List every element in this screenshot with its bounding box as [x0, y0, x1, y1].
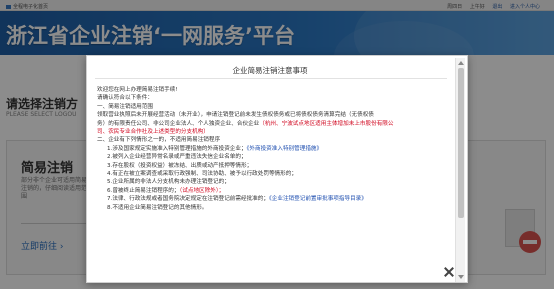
modal-line-text: 2.被列入企业经营异常名录或严重违法失信企业名单的；: [107, 154, 247, 161]
modal-line: 请确认符合以下条件：: [97, 94, 445, 102]
modal-line: 7.法律、行政法规或者国务院决定规定在注销登记前需经批准的；《企业注销登记前置审…: [97, 195, 445, 203]
modal-title: 企业简易注销注意事项: [232, 66, 308, 75]
modal-line-text: 8.不适用企业简易注销登记的其他情形。: [107, 204, 208, 211]
modal-line-text: 一、简易注销适用范围: [97, 103, 153, 110]
modal-line-text: 欢迎您在网上办理简易注销手续!: [97, 87, 178, 93]
modal-line: 欢迎您在网上办理简易注销手续!: [97, 86, 445, 94]
modal-line-link[interactable]: 《企业注销登记前置审批事项指导目录》: [269, 196, 367, 202]
modal-line: 3.存在股权（投资权益）被冻结、出质或动产抵押等情形；: [97, 162, 445, 170]
modal-line: 4.有正在被立案调查或采取行政强制、司法协助、被予以行政处罚等情形的；: [97, 170, 445, 178]
modal-divider: [95, 78, 447, 79]
modal-line: 一、简易注销适用范围: [97, 103, 445, 111]
modal-line-link[interactable]: 《外商投资准入特别管理措施》: [247, 146, 323, 152]
modal-line: 1.涉及国家规定实施准入特别管理措施的外商投资企业；《外商投资准入特别管理措施》: [97, 145, 445, 153]
close-icon[interactable]: [442, 265, 456, 279]
modal-line: 务）的有限责任公司、非公司企业法人、个人独资企业、合伙企业（杭州、宁波试点地区适…: [97, 120, 445, 128]
modal-line-highlight: （试点地区除外）；: [179, 187, 225, 194]
modal-line-text: 1.涉及国家规定实施准入特别管理措施的外商投资企业；: [107, 145, 247, 152]
modal-line-text: 二、企业有下列情形之一的，不适用简易注销程序: [97, 137, 221, 144]
modal-line-text: 务）的有限责任公司、非公司企业法人、个人独资企业、合伙企业: [97, 120, 260, 127]
modal-line-text: 5.企业所属的非法人分支机构未办理注销登记的；: [107, 179, 230, 186]
modal-line-text: 领取营业执照后未开展经营活动（未开业），申请注销登记前未发生债权债务或已将债权债…: [97, 112, 374, 119]
modal-line-text: 司、农民专业合作社及上述类型的分支机构）: [97, 129, 209, 136]
modal-line-text: 请确认符合以下条件：: [97, 95, 153, 102]
scroll-thumb[interactable]: [458, 68, 464, 218]
modal-line-text: 7.法律、行政法规或者国务院决定规定在注销登记前需经批准的；: [107, 196, 269, 203]
modal-line-text: 6.曾被终止简易注销程序的；: [107, 187, 180, 194]
modal-line: 5.企业所属的非法人分支机构未办理注销登记的；: [97, 178, 445, 186]
scroll-up-arrow-icon[interactable]: [458, 61, 464, 65]
modal-line: 8.不适用企业简易注销登记的其他情形。: [97, 204, 445, 212]
modal-line: 领取营业执照后未开展经营活动（未开业），申请注销登记前未发生债权债务或已将债权债…: [97, 111, 445, 119]
modal-scrollbar[interactable]: [455, 58, 465, 282]
notice-modal: 企业简易注销注意事项 欢迎您在网上办理简易注销手续! 请确认符合以下条件： 一、简易…: [86, 55, 468, 283]
modal-line-text: 4.有正在被立案调查或采取行政强制、司法协助、被予以行政处罚等情形的；: [107, 171, 297, 178]
modal-line-text: 3.存在股权（投资权益）被冻结、出质或动产抵押等情形；: [107, 162, 253, 169]
scroll-down-arrow-icon[interactable]: [458, 275, 464, 279]
modal-line-highlight: （杭州、宁波试点地区适用主体增加未上市股份有限公: [259, 120, 394, 127]
modal-body: 欢迎您在网上办理简易注销手续! 请确认符合以下条件： 一、简易注销适用范围领取营业执…: [97, 86, 445, 270]
modal-line: 2.被列入企业经营异常名录或严重违法失信企业名单的；: [97, 153, 445, 161]
modal-line: 二、企业有下列情形之一的，不适用简易注销程序: [97, 136, 445, 144]
modal-line: 6.曾被终止简易注销程序的；（试点地区除外）；: [97, 187, 445, 195]
modal-line: 司、农民专业合作社及上述类型的分支机构）: [97, 128, 445, 136]
